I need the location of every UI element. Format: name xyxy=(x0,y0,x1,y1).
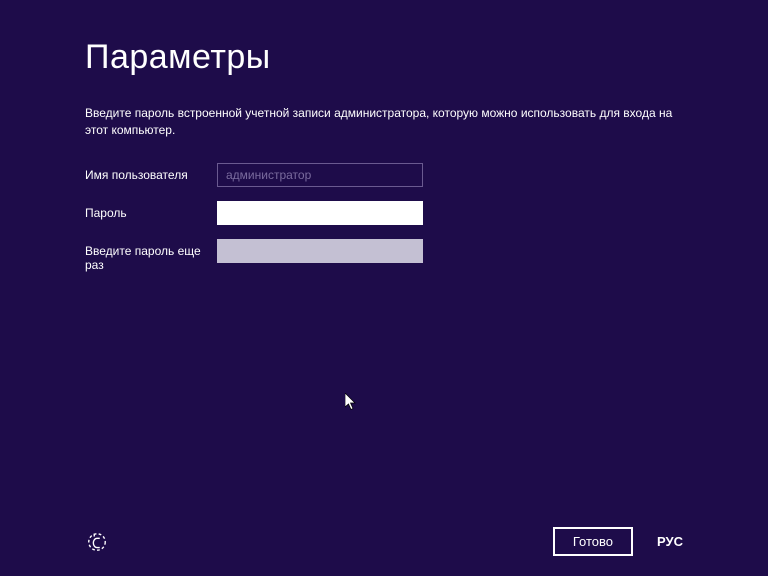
username-input[interactable] xyxy=(217,163,423,187)
page-title: Параметры xyxy=(85,38,683,77)
reenter-password-label: Введите пароль еще раз xyxy=(85,239,217,272)
cursor-icon xyxy=(345,393,359,416)
instruction-text: Введите пароль встроенной учетной записи… xyxy=(85,105,683,139)
username-label: Имя пользователя xyxy=(85,163,217,182)
done-button[interactable]: Готово xyxy=(553,527,633,556)
reenter-password-input[interactable] xyxy=(217,239,423,263)
ease-of-access-icon[interactable] xyxy=(85,530,109,554)
language-indicator[interactable]: РУС xyxy=(657,534,683,549)
password-label: Пароль xyxy=(85,201,217,220)
password-input[interactable] xyxy=(217,201,423,225)
